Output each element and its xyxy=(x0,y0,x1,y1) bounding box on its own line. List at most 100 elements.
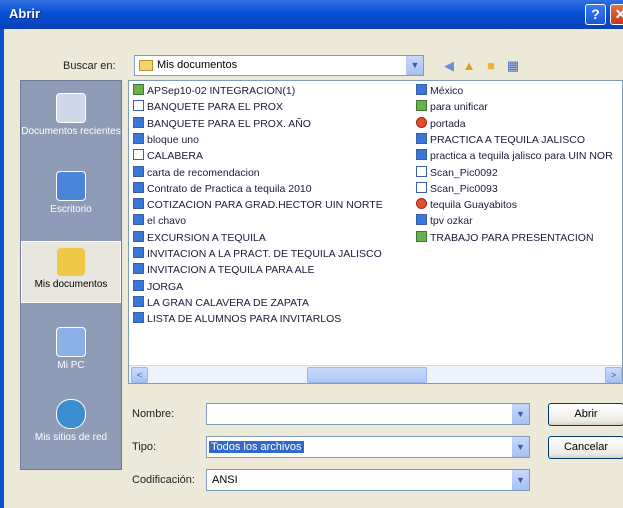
cancel-button[interactable]: Cancelar xyxy=(548,436,623,459)
file-name: CALABERA xyxy=(147,150,204,163)
file-name: BANQUETE PARA EL PROX xyxy=(147,101,283,114)
file-name: LA GRAN CALAVERA DE ZAPATA xyxy=(147,296,310,309)
file-item[interactable]: portada xyxy=(416,116,466,131)
file-item[interactable]: para unificar xyxy=(416,100,488,114)
file-name: EXCURSION A TEQUILA xyxy=(147,231,266,244)
window-frame xyxy=(0,29,4,508)
file-item[interactable]: APSep10-02 INTEGRACION(1) xyxy=(133,84,295,98)
document-icon xyxy=(416,149,427,161)
document-icon xyxy=(416,165,427,177)
file-name: PRACTICA A TEQUILA JALISCO xyxy=(430,133,586,146)
document-icon xyxy=(416,100,427,112)
encoding-value: ANSI xyxy=(212,474,238,486)
file-name: BANQUETE PARA EL PROX. AÑO xyxy=(147,117,311,130)
chevron-down-icon[interactable]: ▼ xyxy=(512,437,529,457)
horizontal-scrollbar[interactable]: < > xyxy=(129,365,622,383)
encoding-label: Codificación: xyxy=(132,474,195,486)
file-name: APSep10-02 INTEGRACION(1) xyxy=(147,85,296,97)
document-icon xyxy=(416,230,427,242)
file-item[interactable]: LISTA DE ALUMNOS PARA INVITARLOS xyxy=(133,312,341,326)
document-icon xyxy=(133,247,144,258)
filename-input[interactable]: ▼ xyxy=(206,403,530,425)
document-icon xyxy=(133,312,144,324)
encoding-select[interactable]: ANSI ▼ xyxy=(206,469,530,491)
document-icon xyxy=(416,84,427,95)
help-button[interactable]: ? xyxy=(585,4,606,25)
place-recent[interactable]: Documentos recientes xyxy=(21,93,121,137)
place-my-pc[interactable]: Mi PC xyxy=(21,327,121,371)
document-icon xyxy=(133,181,144,193)
chevron-down-icon[interactable]: ▼ xyxy=(512,404,529,424)
document-icon xyxy=(133,132,144,144)
scroll-right-icon[interactable]: > xyxy=(605,367,622,383)
file-item[interactable]: JORGA xyxy=(133,279,184,294)
open-dialog: Abrir ? ✕ Buscar en: Mis documentos ▼ ◀ … xyxy=(0,0,623,508)
look-in-value: Mis documentos xyxy=(157,59,238,71)
document-icon xyxy=(133,230,144,242)
document-icon xyxy=(133,263,144,275)
file-name: INVITACION A TEQUILA PARA ALE xyxy=(147,264,315,277)
new-folder-icon[interactable]: ■ xyxy=(482,57,500,75)
file-item[interactable]: tpv ozkar xyxy=(416,214,473,228)
document-icon xyxy=(416,214,427,226)
file-item[interactable]: bloque uno xyxy=(133,132,199,147)
file-item[interactable]: Contrato de Practica a tequila 2010 xyxy=(133,181,312,196)
scroll-thumb[interactable] xyxy=(307,367,427,383)
open-button[interactable]: Abrir xyxy=(548,403,623,426)
file-item[interactable]: EXCURSION A TEQUILA xyxy=(133,230,266,245)
close-button[interactable]: ✕ xyxy=(610,4,623,25)
look-in-dropdown[interactable]: Mis documentos ▼ xyxy=(134,55,424,76)
file-name: tequila Guayabitos xyxy=(430,199,517,212)
file-item[interactable]: LA GRAN CALAVERA DE ZAPATA xyxy=(133,295,310,310)
document-icon xyxy=(416,132,427,144)
file-item[interactable]: INVITACION A TEQUILA PARA ALE xyxy=(133,263,314,277)
document-icon xyxy=(133,116,144,128)
document-icon xyxy=(133,279,144,291)
file-name: bloque uno xyxy=(147,133,199,146)
file-item[interactable]: COTIZACION PARA GRAD.HECTOR UIN NORTE xyxy=(133,198,383,212)
file-item[interactable]: INVITACION A LA PRACT. DE TEQUILA JALISC… xyxy=(133,247,382,261)
place-label: Documentos recientes xyxy=(21,126,121,137)
file-item[interactable]: Scan_Pic0093 xyxy=(416,181,498,196)
file-name: TRABAJO PARA PRESENTACION xyxy=(430,231,594,244)
view-menu-icon[interactable]: ▦ xyxy=(504,57,522,75)
file-name: para unificar xyxy=(430,101,488,114)
file-type-select[interactable]: Todos los archivos ▼ xyxy=(206,436,530,458)
document-icon xyxy=(416,181,427,193)
file-item[interactable]: Scan_Pic0092 xyxy=(416,165,498,180)
my-documents-icon xyxy=(57,248,85,276)
back-icon[interactable]: ◀ xyxy=(440,57,458,75)
file-item[interactable]: practica a tequila jalisco para UIN NOR xyxy=(416,149,613,163)
file-name: COTIZACION PARA GRAD.HECTOR UIN NORTE xyxy=(147,199,383,212)
file-item[interactable]: PRACTICA A TEQUILA JALISCO xyxy=(416,132,586,147)
up-folder-icon[interactable]: ▲ xyxy=(460,57,478,75)
place-network[interactable]: Mis sitios de red xyxy=(21,399,121,443)
my-computer-icon xyxy=(56,327,86,357)
chevron-down-icon[interactable]: ▼ xyxy=(406,56,423,75)
document-icon xyxy=(133,84,144,95)
file-item[interactable]: BANQUETE PARA EL PROX xyxy=(133,100,283,114)
chevron-down-icon[interactable]: ▼ xyxy=(512,470,529,490)
document-icon xyxy=(133,165,144,177)
filename-label: Nombre: xyxy=(132,408,175,420)
file-item[interactable]: CALABERA xyxy=(133,149,203,163)
scroll-left-icon[interactable]: < xyxy=(131,367,148,383)
place-my-documents[interactable]: Mis documentos xyxy=(21,241,121,303)
title-bar: Abrir ? ✕ xyxy=(0,0,623,29)
file-item[interactable]: el chavo xyxy=(133,214,186,228)
file-item[interactable]: México xyxy=(416,84,463,98)
document-icon xyxy=(133,149,144,161)
file-name: LISTA DE ALUMNOS PARA INVITARLOS xyxy=(147,313,342,326)
desktop-icon xyxy=(56,171,86,201)
document-icon xyxy=(416,116,427,128)
file-name: Scan_Pic0093 xyxy=(430,182,498,195)
place-label: Mis sitios de red xyxy=(34,432,108,443)
file-name: el chavo xyxy=(147,215,187,228)
file-item[interactable]: carta de recomendacion xyxy=(133,165,260,180)
place-desktop[interactable]: Escritorio xyxy=(21,171,121,215)
file-item[interactable]: BANQUETE PARA EL PROX. AÑO xyxy=(133,116,311,131)
file-name: JORGA xyxy=(147,280,184,293)
file-item[interactable]: tequila Guayabitos xyxy=(416,198,517,212)
file-item[interactable]: TRABAJO PARA PRESENTACION xyxy=(416,230,594,245)
dialog-title: Abrir xyxy=(9,6,41,21)
